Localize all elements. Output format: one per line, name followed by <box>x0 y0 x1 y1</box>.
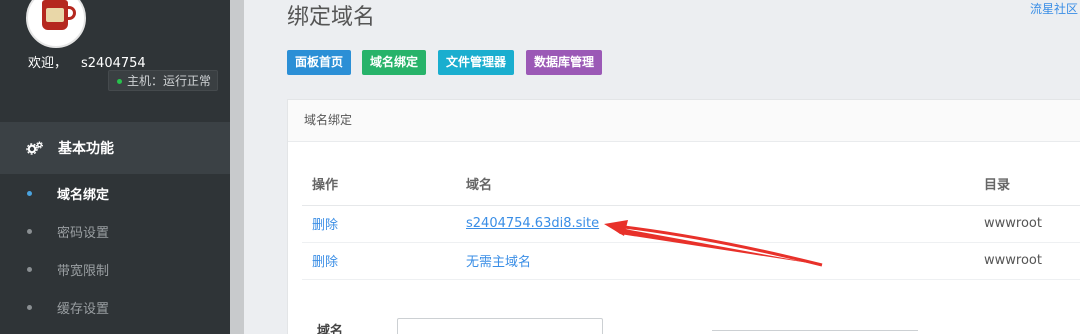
delete-link[interactable]: 删除 <box>312 255 338 270</box>
delete-link[interactable]: 删除 <box>312 218 338 233</box>
page-title: 绑定域名 <box>287 5 376 30</box>
dashboard-button[interactable]: 面板首页 <box>287 50 352 75</box>
welcome-text: 欢迎， s2404754 <box>28 52 146 71</box>
domain-input[interactable] <box>397 318 603 334</box>
column-header-action: 操作 <box>302 162 456 206</box>
sidebar-item-label: 域名绑定 <box>57 187 110 203</box>
username: s2404754 <box>81 56 146 71</box>
column-header-domain: 域名 <box>456 162 974 206</box>
sidebar-item-bandwidth[interactable]: 带宽限制 <box>0 250 230 288</box>
bullet-icon <box>27 304 32 310</box>
directory-field[interactable] <box>712 330 918 334</box>
panel-title: 域名绑定 <box>288 100 1080 142</box>
sidebar-item-password[interactable]: 密码设置 <box>0 212 230 250</box>
file-manager-button[interactable]: 文件管理器 <box>438 50 515 75</box>
domain-link[interactable]: s2404754.63di8.site <box>466 216 599 231</box>
column-header-dir: 目录 <box>974 162 1080 206</box>
sidebar-scrollbar[interactable] <box>230 0 244 334</box>
menu-section-basic[interactable]: 基本功能 <box>0 122 230 174</box>
domain-link[interactable]: 无需主域名 <box>466 255 531 270</box>
avatar[interactable] <box>26 0 86 48</box>
sidebar: 欢迎， s2404754 主机：运行正常 基本功能 域名绑定 密码设置 带宽限制 … <box>0 0 230 334</box>
directory-cell: wwwroot <box>974 205 1080 243</box>
database-manager-button[interactable]: 数据库管理 <box>526 50 603 75</box>
sidebar-item-cache[interactable]: 缓存设置 <box>0 288 230 326</box>
bullet-icon <box>27 190 32 196</box>
bullet-icon <box>27 228 32 234</box>
menu-section-label: 基本功能 <box>58 141 114 157</box>
sidebar-item-label: 带宽限制 <box>57 263 110 279</box>
directory-cell: wwwroot <box>974 242 1080 280</box>
table-header-row: 操作 域名 目录 <box>302 162 1080 206</box>
status-dot-icon <box>117 79 122 84</box>
domain-binding-button[interactable]: 域名绑定 <box>362 50 427 75</box>
sidebar-item-domain-binding[interactable]: 域名绑定 <box>0 174 230 212</box>
community-link[interactable]: 流星社区 <box>1030 0 1078 17</box>
gears-icon <box>26 141 44 155</box>
cup-image <box>42 0 68 30</box>
sidebar-item-label: 缓存设置 <box>57 301 110 317</box>
welcome-label: 欢迎， <box>28 56 68 71</box>
host-status-text: 主机：运行正常 <box>127 74 212 88</box>
red-arrow-annotation <box>604 220 823 267</box>
host-status-badge: 主机：运行正常 <box>108 70 219 91</box>
sidebar-item-label: 密码设置 <box>57 225 110 241</box>
domain-field-label: 域名 <box>317 324 344 334</box>
bullet-icon <box>27 266 32 272</box>
